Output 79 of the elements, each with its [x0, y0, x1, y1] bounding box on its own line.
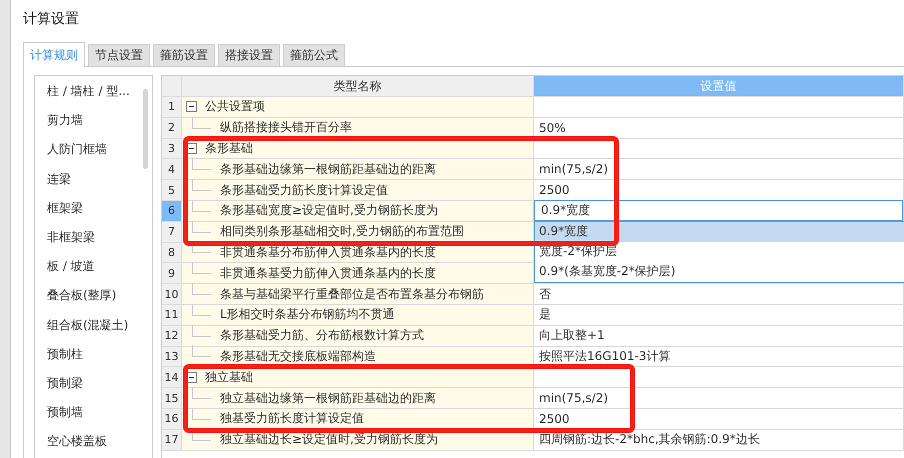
value-cell[interactable]: 是: [534, 304, 904, 326]
category-item[interactable]: 预制墙: [35, 398, 152, 428]
dropdown-option[interactable]: 0.9*宽度: [535, 222, 904, 242]
row-number[interactable]: 3: [162, 138, 182, 160]
value-cell[interactable]: min(75,s/2): [534, 388, 904, 409]
category-item[interactable]: 柱 / 墙柱 / 型...: [35, 77, 152, 106]
value-cell[interactable]: min(75,s/2): [534, 159, 904, 180]
value-cell[interactable]: 四周钢筋:边长-2*bhc,其余钢筋:0.9*边长: [534, 430, 904, 451]
setting-name: 非贯通条基受力筋伸入贯通条基内的长度: [220, 264, 436, 282]
group-name: 条形基础: [205, 140, 253, 157]
setting-name: 条形基础宽度≥设定值时,受力钢筋长度为: [220, 202, 438, 220]
value-cell[interactable]: 按照平法16G101-3计算: [534, 346, 904, 368]
setting-name: 条形基础受力筋长度计算设定值: [220, 182, 388, 199]
value-cell[interactable]: [534, 138, 904, 160]
row-number[interactable]: 1: [162, 97, 182, 118]
category-item[interactable]: 板 / 坡道: [35, 252, 152, 282]
tree-line: [192, 324, 211, 337]
tree-line: [192, 283, 211, 296]
tree-line: [192, 179, 211, 192]
row-number[interactable]: 10: [162, 284, 182, 305]
scrollbar-thumb[interactable]: [143, 89, 148, 169]
setting-name: L形相交时条基分布钢筋均不贯通: [220, 306, 395, 324]
tab[interactable]: 箍筋公式: [283, 44, 345, 66]
window-title: 计算设置: [22, 10, 80, 29]
setting-name: 纵筋搭接接头错开百分率: [220, 119, 352, 136]
row-number[interactable]: 15: [162, 388, 182, 409]
tree-line: [192, 200, 211, 212]
tree-line: [192, 345, 211, 358]
collapse-icon[interactable]: [186, 101, 197, 112]
setting-name: 相同类别条形基础相交时,受力钢筋的布置范围: [220, 223, 464, 240]
category-item[interactable]: 人防门框墙: [35, 135, 152, 165]
row-number[interactable]: 5: [162, 180, 182, 201]
row-number[interactable]: 11: [162, 304, 182, 326]
tree-line: [192, 220, 211, 233]
column-header[interactable]: 类型名称: [182, 76, 534, 97]
tree-line: [192, 304, 211, 316]
row-number[interactable]: 4: [162, 159, 182, 180]
row-number[interactable]: 16: [162, 408, 182, 430]
tab[interactable]: 节点设置: [88, 44, 150, 66]
row-number[interactable]: 6: [162, 200, 182, 222]
value-cell[interactable]: 否: [534, 284, 904, 305]
setting-name: 非贯通条基分布筋伸入贯通条基内的长度: [220, 244, 436, 261]
category-item[interactable]: 叠合板(整厚): [35, 281, 152, 310]
category-item[interactable]: 组合板(混凝土): [35, 310, 152, 340]
category-item[interactable]: 连梁: [35, 164, 152, 194]
group-name: 公共设置项: [205, 98, 265, 116]
category-item[interactable]: 预制梁: [35, 368, 152, 398]
group-name: 独立基础: [205, 368, 253, 386]
setting-name: 独立基础边缘第一根钢筋距基础边的距离: [220, 390, 436, 407]
row-number[interactable]: 8: [162, 242, 182, 264]
setting-name: 独基受力筋长度计算设定值: [220, 410, 364, 428]
setting-name: 条形基础边缘第一根钢筋距基础边的距离: [220, 160, 436, 178]
setting-name: 条形基础无交接底板端部构造: [220, 348, 376, 365]
value-cell[interactable]: [534, 367, 904, 388]
row-number[interactable]: 17: [162, 430, 182, 451]
row-number[interactable]: 2: [162, 118, 182, 139]
row-number[interactable]: 13: [162, 346, 182, 368]
category-item[interactable]: 框架梁: [35, 194, 152, 223]
value-cell[interactable]: 向上取整+1: [534, 326, 904, 347]
row-number[interactable]: 7: [162, 222, 182, 243]
tree-line: [192, 116, 211, 129]
category-item[interactable]: 空心楼盖板: [35, 427, 152, 456]
tree-line: [192, 158, 211, 170]
tab[interactable]: 搭接设置: [218, 44, 280, 66]
category-item[interactable]: 剪力墙: [35, 106, 152, 136]
value-dropdown[interactable]: 0.9*宽度: [534, 200, 903, 221]
tab[interactable]: 箍筋设置: [153, 44, 215, 66]
row-number[interactable]: 9: [162, 263, 182, 284]
tree-line: [192, 408, 211, 420]
tree-line: [192, 262, 211, 274]
row-number[interactable]: 14: [162, 367, 182, 388]
value-cell[interactable]: [534, 97, 904, 118]
setting-name: 独立基础边长≥设定值时,受力钢筋长度为: [220, 431, 438, 448]
row-number[interactable]: 12: [162, 326, 182, 347]
tree-line: [192, 387, 211, 400]
category-item[interactable]: 非框架梁: [35, 222, 152, 252]
setting-name: 条基与基础梁平行重叠部位是否布置条基分布钢筋: [220, 286, 484, 303]
category-item[interactable]: 预制柱: [35, 340, 152, 369]
setting-name: 条形基础受力筋、分布筋根数计算方式: [220, 327, 424, 344]
